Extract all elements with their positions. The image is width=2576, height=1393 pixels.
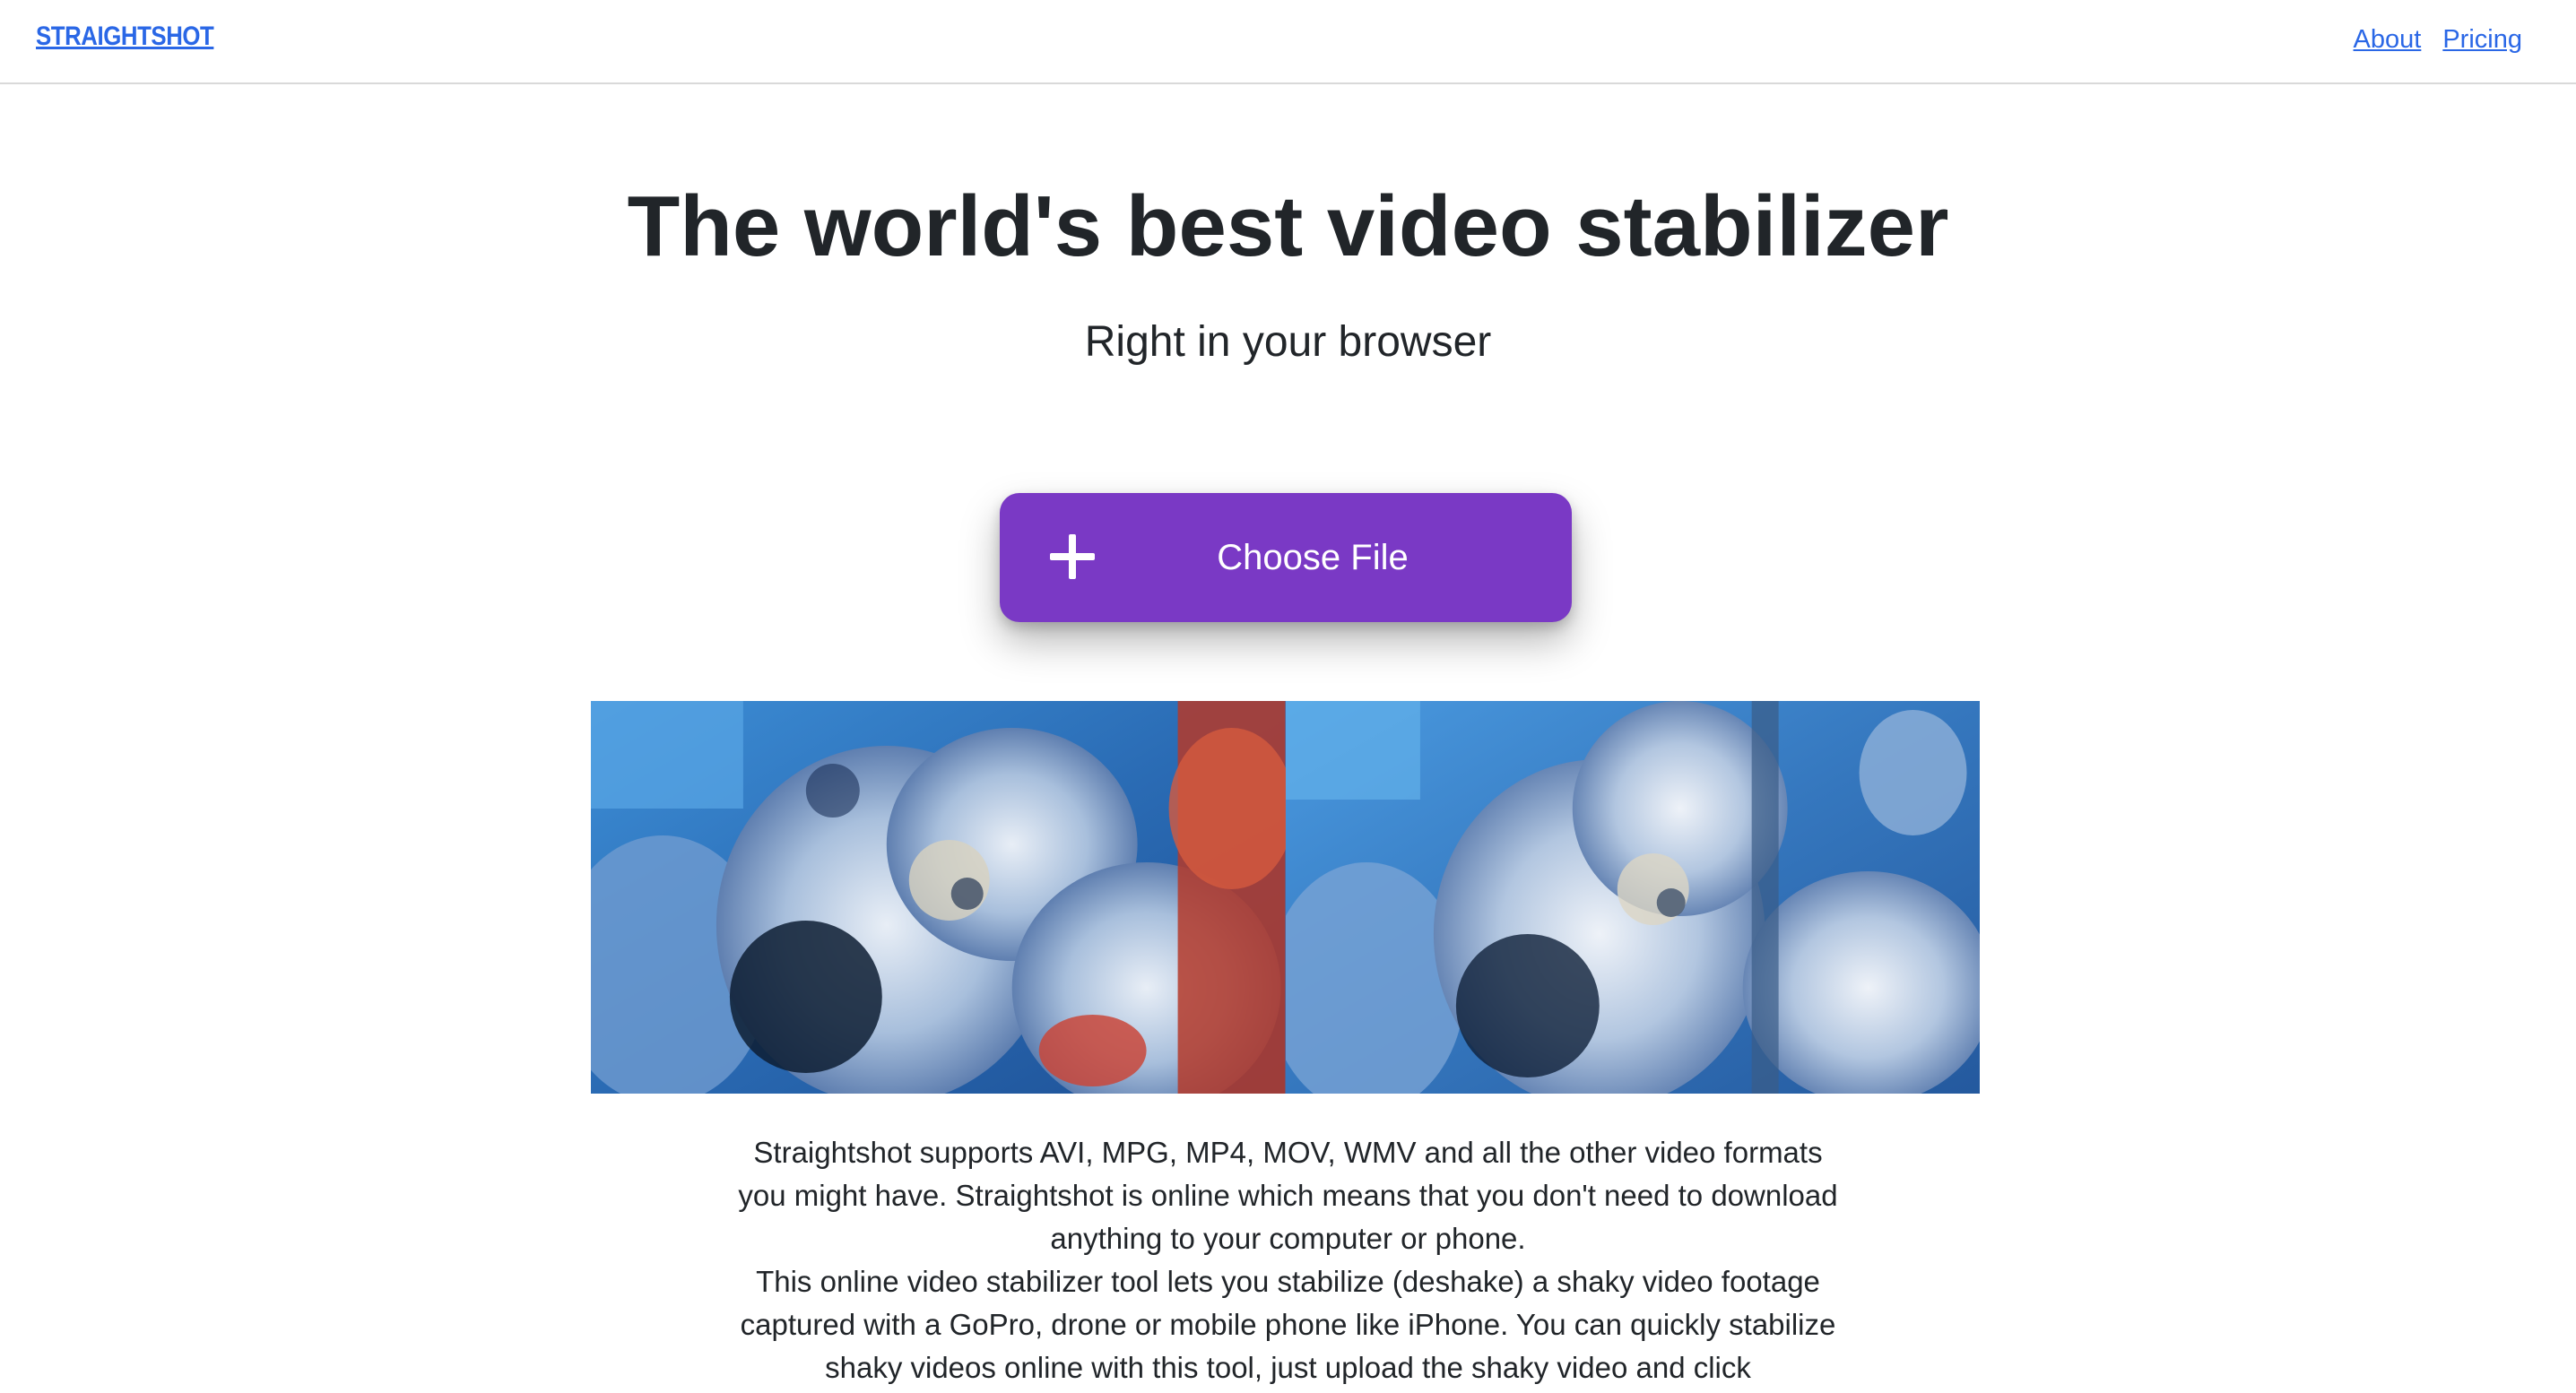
underwater-coral-image-after — [1285, 701, 1980, 1094]
hero-subtitle: Right in your browser — [1084, 318, 1492, 366]
hero-title: The world's best video stabilizer — [627, 178, 1949, 274]
top-nav: About Pricing — [2354, 25, 2522, 55]
nav-link-pricing[interactable]: Pricing — [2442, 25, 2522, 55]
brand-logo-link[interactable]: STRAIGHTSHOT — [36, 22, 214, 52]
stabilization-preview — [591, 701, 1980, 1094]
preview-frame-before — [591, 701, 1286, 1094]
underwater-coral-image-before — [591, 701, 1286, 1094]
nav-link-about[interactable]: About — [2354, 25, 2422, 55]
description-text: Straightshot supports AVI, MPG, MP4, MOV… — [735, 1131, 1841, 1389]
description-paragraph-formats: Straightshot supports AVI, MPG, MP4, MOV… — [738, 1136, 1838, 1255]
top-navbar: STRAIGHTSHOT About Pricing — [0, 0, 2576, 84]
choose-file-button[interactable]: Choose File — [1000, 493, 1572, 622]
choose-file-label: Choose File — [1217, 537, 1409, 577]
preview-frame-after — [1285, 701, 1980, 1094]
description-paragraph-usage: This online video stabilizer tool lets y… — [740, 1265, 1836, 1384]
